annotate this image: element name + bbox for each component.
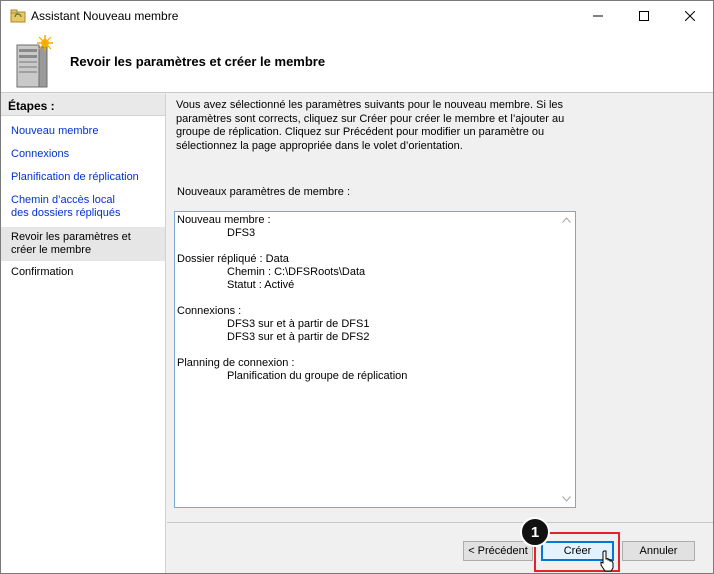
previous-button[interactable]: < Précédent [463,541,533,561]
params-label: Nouveaux paramètres de membre : [177,186,351,198]
footer-divider [167,522,713,523]
steps-header: Étapes : [1,94,165,116]
summary-folder-status: Statut : Activé [227,279,295,291]
step-revoir-parametres[interactable]: Revoir les paramètres et créer le membre [1,227,165,261]
summary-schedule-heading: Planning de connexion : [177,357,295,369]
maximize-button[interactable] [621,1,667,31]
summary-textbox[interactable]: Nouveau membre : DFS3 Dossier répliqué :… [174,211,576,508]
server-wizard-icon [16,35,53,88]
title-bar: Assistant Nouveau membre [1,1,713,31]
step-confirmation: Confirmation [11,266,74,278]
steps-title: Étapes : [8,99,55,113]
close-button[interactable] [667,1,713,31]
page-title: Revoir les paramètres et créer le membre [70,54,326,69]
window-title: Assistant Nouveau membre [31,9,179,23]
summary-connections-heading: Connexions : [177,305,242,317]
chevron-down-icon[interactable] [562,496,571,502]
close-icon [685,11,695,21]
summary-member-value: DFS3 [227,227,256,239]
hand-cursor-icon [600,550,614,572]
minimize-icon [593,15,603,17]
step-connexions[interactable]: Connexions [1,148,165,161]
summary-connection-1: DFS3 sur et à partir de DFS1 [227,318,370,330]
step-callout-badge: 1 [520,517,550,547]
minimize-button[interactable] [575,1,621,31]
summary-connection-2: DFS3 sur et à partir de DFS2 [227,331,370,343]
folder-sync-icon [10,9,26,23]
step-nouveau-membre[interactable]: Nouveau membre [1,125,165,138]
steps-pane: Étapes : Nouveau membre Connexions Plani… [1,94,166,573]
wizard-window: Assistant Nouveau membre Revoir les para… [0,0,714,574]
intro-text: Vous avez sélectionné les paramètres sui… [176,99,565,152]
step-planification[interactable]: Planification de réplication [1,171,165,184]
summary-schedule-value: Planification du groupe de réplication [227,370,408,382]
step-chemin-acces[interactable]: Chemin d’accès local des dossiers répliq… [1,194,141,220]
step-current-label: Revoir les paramètres et créer le membre [11,231,131,256]
summary-member-heading: Nouveau membre : [177,214,271,226]
summary-content: Nouveau membre : DFS3 Dossier répliqué :… [177,214,557,383]
cancel-button[interactable]: Annuler [622,541,695,561]
summary-folder-path: Chemin : C:\DFSRoots\Data [227,266,366,278]
summary-folder-heading: Dossier répliqué : Data [177,253,289,265]
maximize-icon [639,11,649,21]
wizard-header: Revoir les paramètres et créer le membre [1,31,713,93]
vertical-scrollbar[interactable] [558,212,575,507]
chevron-up-icon[interactable] [562,217,571,223]
